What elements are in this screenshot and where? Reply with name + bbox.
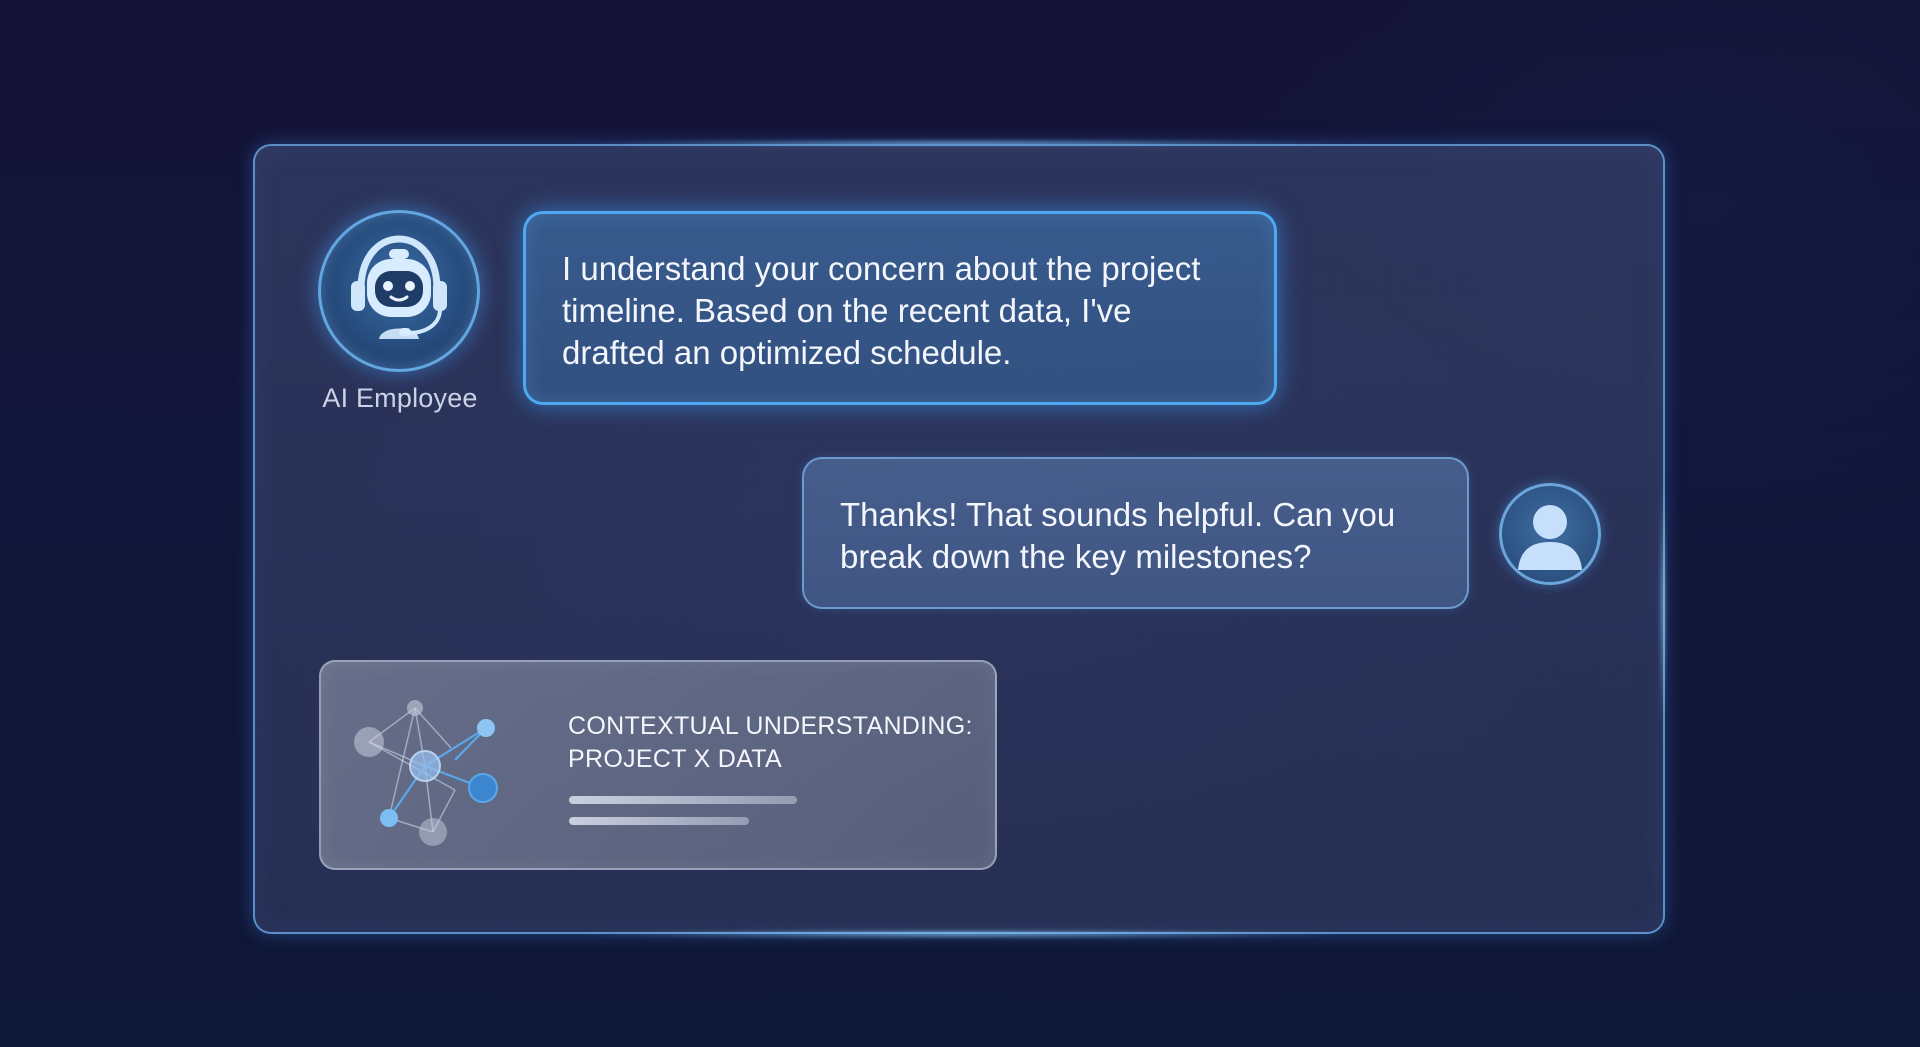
- user-message-bubble: Thanks! That sounds helpful. Can you bre…: [802, 457, 1469, 609]
- ai-avatar: [318, 210, 480, 372]
- context-card: CONTEXTUAL UNDERSTANDING: PROJECT X DATA: [319, 660, 997, 870]
- placeholder-line: [569, 817, 749, 825]
- ai-name-label: AI Employee: [322, 383, 478, 413]
- placeholder-line: [569, 796, 797, 804]
- ai-message-text: I understand your concern about the proj…: [562, 250, 1201, 371]
- user-message-text: Thanks! That sounds helpful. Can you bre…: [840, 496, 1396, 575]
- context-card-title: CONTEXTUAL UNDERSTANDING: PROJECT X DATA: [568, 712, 973, 773]
- panel-right-glow: [1660, 480, 1666, 730]
- user-icon: [1518, 505, 1582, 570]
- panel-bottom-glow: [560, 930, 1360, 938]
- ai-message-bubble: I understand your concern about the proj…: [523, 211, 1277, 405]
- user-avatar: [1499, 483, 1601, 585]
- robot-headset-icon: [351, 235, 447, 339]
- network-graph-icon: [354, 700, 498, 846]
